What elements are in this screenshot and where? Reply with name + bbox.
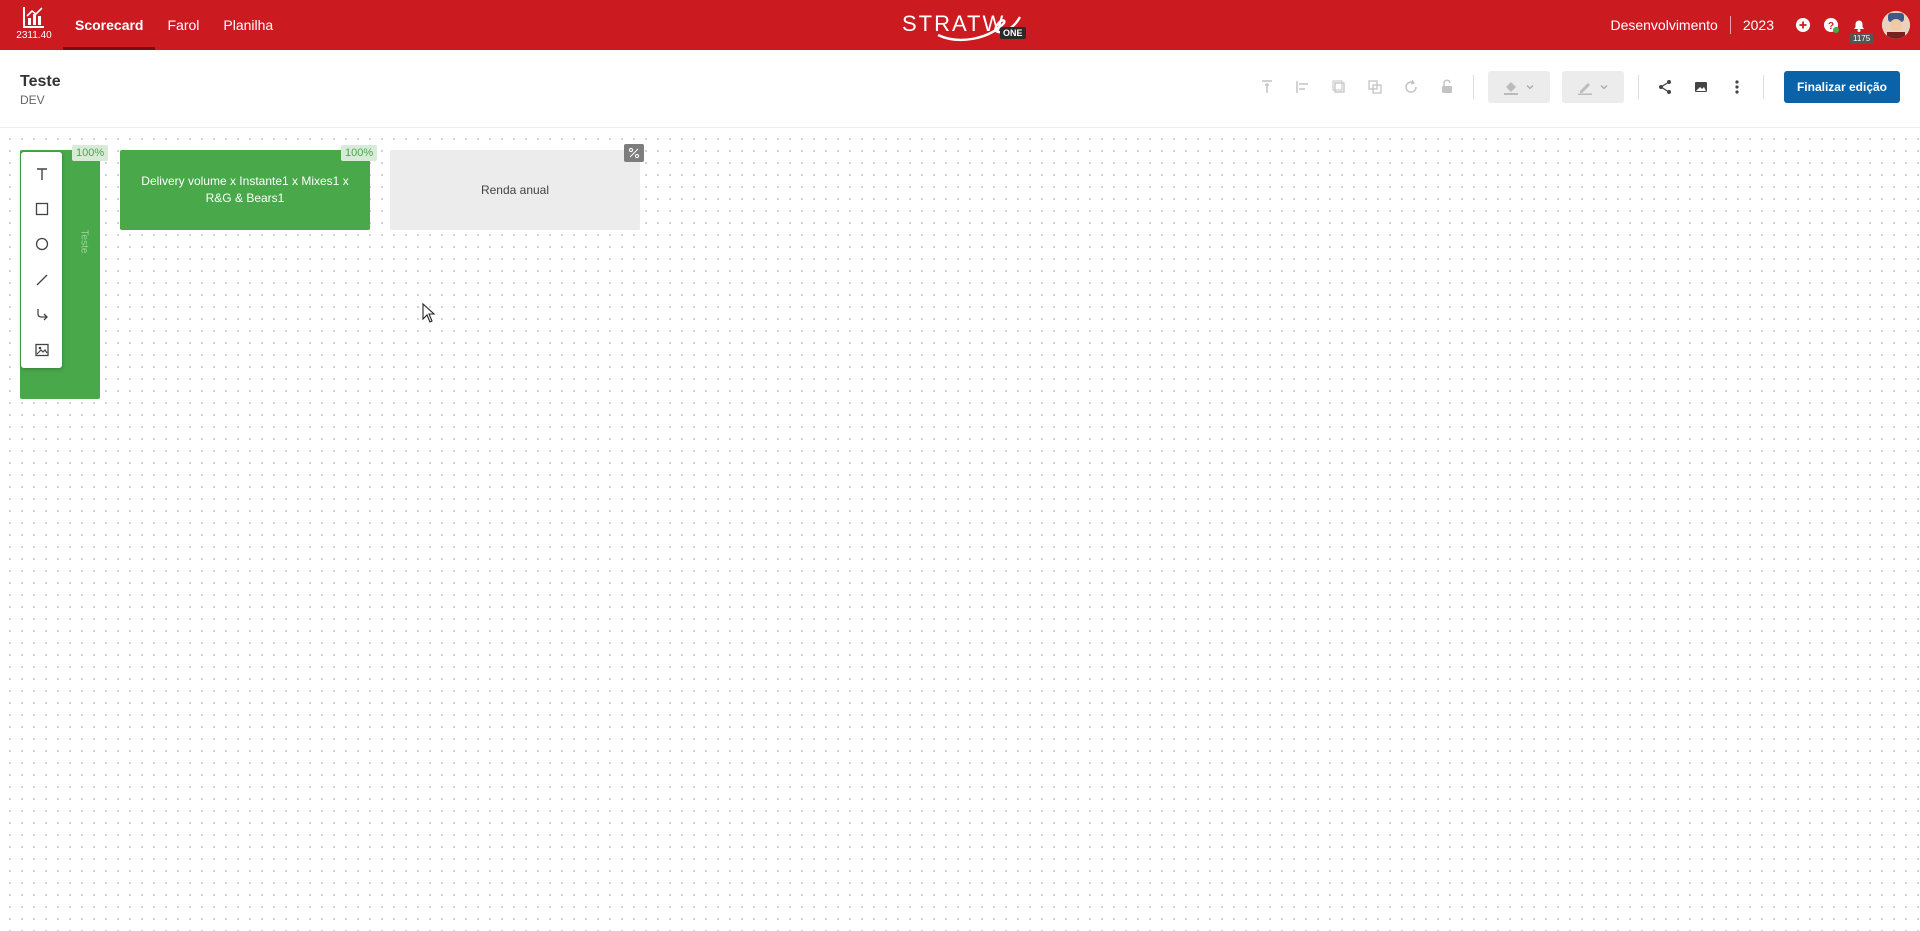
stroke-color-dropdown[interactable] bbox=[1561, 71, 1624, 103]
top-navigation-bar: 2311.40 Scorecard Farol Planilha STRATW … bbox=[0, 0, 1920, 50]
nav-planilha[interactable]: Planilha bbox=[211, 0, 285, 50]
text-tool-icon[interactable] bbox=[26, 156, 58, 191]
brand-logo: STRATW ONE bbox=[900, 9, 1026, 43]
context-selector[interactable]: Desenvolvimento bbox=[1610, 17, 1717, 33]
divider bbox=[1729, 16, 1731, 34]
avatar[interactable] bbox=[1882, 11, 1910, 39]
bell-icon[interactable]: 1175 bbox=[1850, 16, 1874, 44]
page-title: Teste bbox=[20, 73, 61, 90]
chevron-down-icon bbox=[1600, 85, 1608, 90]
drawing-tools-panel bbox=[21, 152, 62, 368]
connector-tool-icon[interactable] bbox=[26, 297, 58, 332]
percent-badge: 100% bbox=[72, 145, 109, 161]
bring-front-icon[interactable] bbox=[1321, 71, 1357, 103]
toolbar-divider bbox=[1637, 75, 1639, 99]
year-selector[interactable]: 2023 bbox=[1743, 17, 1774, 33]
scorecard-canvas[interactable] bbox=[0, 129, 1920, 931]
node-delivery-volume[interactable]: Delivery volume x Instante1 x Mixes1 x R… bbox=[120, 150, 370, 230]
toolbar-divider bbox=[1472, 75, 1474, 99]
node-label: Delivery volume x Instante1 x Mixes1 x R… bbox=[141, 174, 349, 205]
app-logo[interactable]: 2311.40 bbox=[16, 5, 52, 47]
help-icon[interactable]: ? bbox=[1822, 16, 1840, 34]
ellipse-tool-icon[interactable] bbox=[26, 227, 58, 262]
nav-scorecard[interactable]: Scorecard bbox=[63, 0, 156, 50]
fill-color-dropdown[interactable] bbox=[1487, 71, 1550, 103]
toolbar-divider bbox=[1762, 75, 1764, 99]
main-nav: Scorecard Farol Planilha bbox=[63, 0, 285, 50]
percent-badge: 100% bbox=[341, 145, 378, 161]
send-back-icon[interactable] bbox=[1357, 71, 1393, 103]
align-top-icon[interactable] bbox=[1249, 71, 1285, 103]
node-renda-anual[interactable]: Renda anual bbox=[390, 150, 640, 230]
fill-color-icon bbox=[1503, 82, 1518, 95]
mouse-cursor-icon bbox=[422, 303, 436, 323]
percent-icon bbox=[624, 144, 644, 162]
node-label: Renda anual bbox=[480, 183, 550, 197]
align-left-icon[interactable] bbox=[1285, 71, 1321, 103]
app-version: 2311.40 bbox=[16, 30, 52, 41]
page-subtitle: DEV bbox=[20, 93, 45, 107]
line-tool-icon[interactable] bbox=[26, 262, 58, 297]
more-vertical-icon[interactable] bbox=[1719, 71, 1755, 103]
chart-logo-icon bbox=[23, 7, 44, 28]
notifications-badge: 1175 bbox=[1850, 33, 1874, 44]
unlock-icon[interactable] bbox=[1429, 71, 1465, 103]
node-label: Teste bbox=[78, 229, 90, 254]
page-header: Teste DEV Finalizar edição bbox=[0, 50, 1920, 128]
editor-toolbar: Finalizar edição bbox=[1249, 71, 1900, 103]
stroke-color-icon bbox=[1577, 83, 1592, 95]
image-export-icon[interactable] bbox=[1683, 71, 1719, 103]
topbar-right: Desenvolvimento 2023 ? 1175 bbox=[1610, 0, 1920, 50]
chevron-down-icon bbox=[1526, 85, 1534, 90]
image-tool-icon[interactable] bbox=[26, 333, 58, 368]
finish-editing-button[interactable]: Finalizar edição bbox=[1783, 71, 1900, 103]
brand-one-badge: ONE bbox=[1000, 27, 1026, 39]
add-circle-icon[interactable] bbox=[1794, 16, 1812, 34]
nav-farol[interactable]: Farol bbox=[155, 0, 211, 50]
share-icon[interactable] bbox=[1647, 71, 1683, 103]
rotate-icon[interactable] bbox=[1393, 71, 1429, 103]
rectangle-tool-icon[interactable] bbox=[26, 191, 58, 226]
